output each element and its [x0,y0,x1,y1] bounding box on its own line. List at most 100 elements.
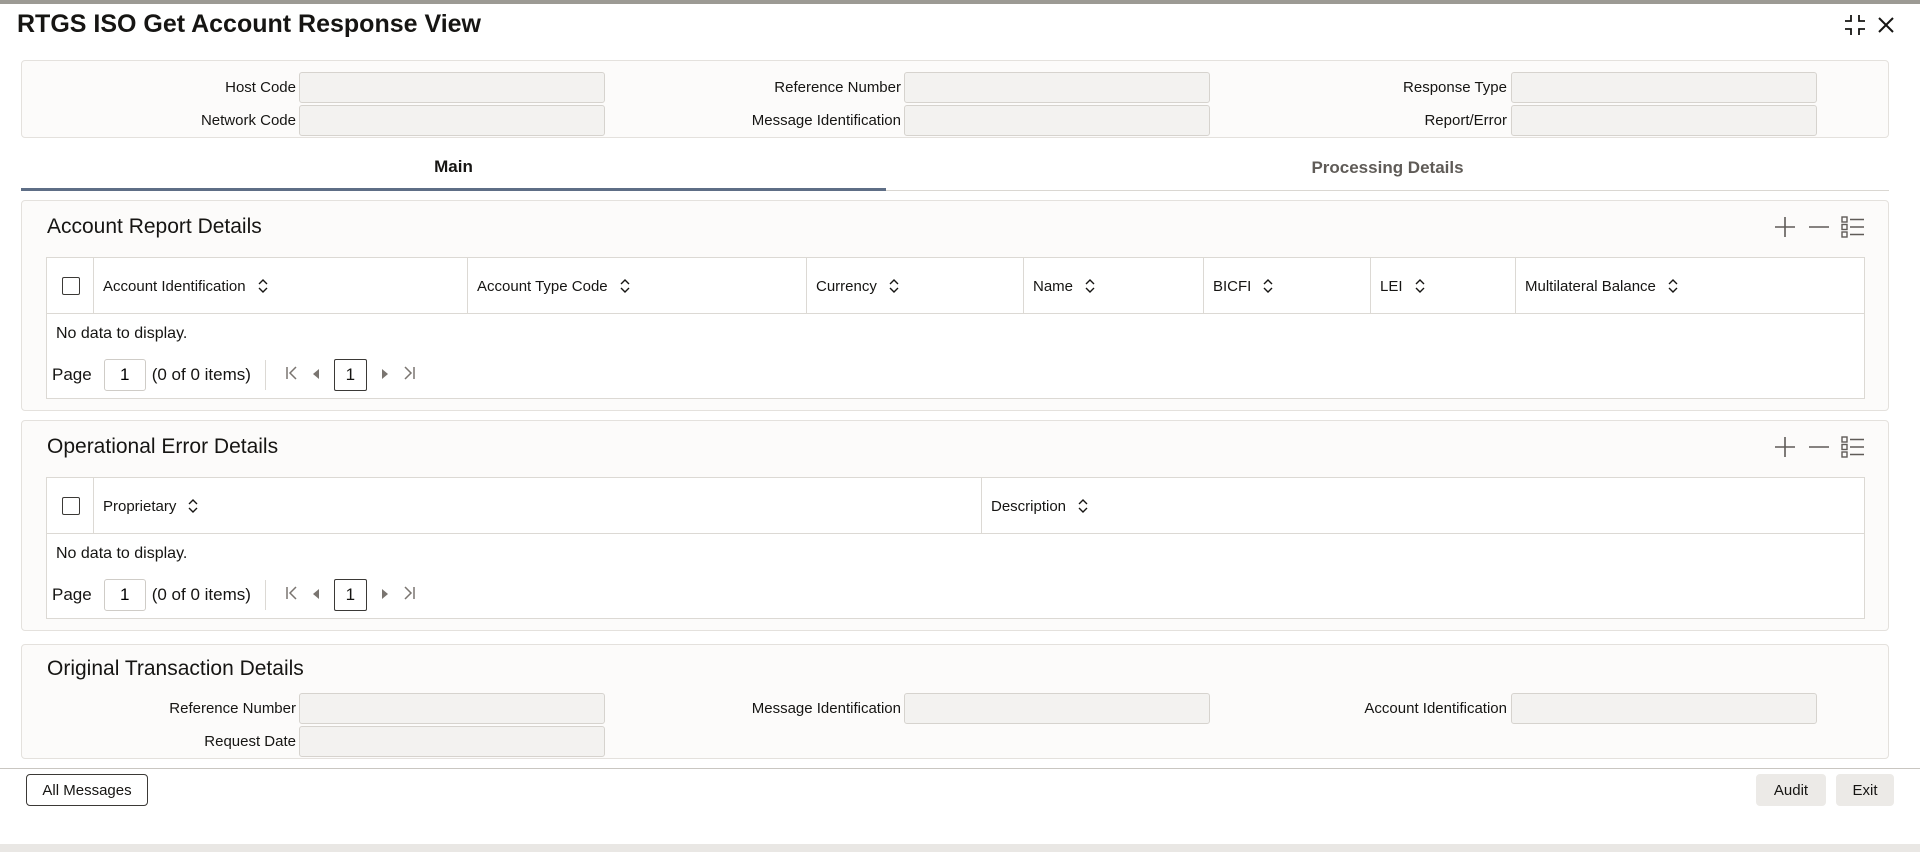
column-proprietary[interactable]: Proprietary [94,478,982,534]
first-page-button[interactable] [280,359,304,391]
tab-processing-details[interactable]: Processing Details [886,145,1889,191]
collapse-icon [1843,13,1867,37]
add-row-button[interactable] [1773,436,1797,463]
operational-error-grid-header: Proprietary Description [47,478,1864,534]
plus-icon [1774,216,1796,243]
add-row-button[interactable] [1773,216,1797,243]
next-page-icon [380,365,390,385]
single-record-view-button[interactable] [1841,215,1865,241]
last-page-icon [401,365,417,386]
close-icon [1876,15,1896,35]
account-identification-label: Account Identification [1364,700,1507,717]
column-label: Description [991,497,1067,515]
account-report-panel: Account Report Details Account Identific… [21,200,1889,411]
window-title: RTGS ISO Get Account Response View [17,10,481,38]
message-identification-label: Message Identification [751,112,901,129]
column-multilateral-balance[interactable]: Multilateral Balance [1516,258,1864,314]
message-identification-input[interactable] [904,105,1210,136]
column-label: Account Type Code [477,277,608,295]
network-code-input[interactable] [299,105,605,136]
column-lei[interactable]: LEI [1371,258,1516,314]
account-report-toolbar [1773,215,1865,243]
column-description[interactable]: Description [982,478,1864,534]
current-page[interactable]: 1 [333,579,367,611]
single-record-view-button[interactable] [1841,435,1865,464]
all-messages-button[interactable]: All Messages [26,774,148,806]
reference-number-input[interactable] [904,72,1210,103]
orig-message-identification-input[interactable] [904,693,1210,724]
operational-error-panel: Operational Error Details Proprietary De… [21,420,1889,631]
pager-divider [264,360,266,390]
sort-icon [1263,279,1273,293]
account-report-grid: Account Identification Account Type Code… [46,257,1865,399]
next-page-icon [380,585,390,605]
previous-page-button[interactable] [304,359,328,391]
request-date-input[interactable] [299,726,605,757]
audit-button[interactable]: Audit [1756,774,1826,806]
host-code-label: Host Code [225,79,296,96]
tab-main-label: Main [434,156,473,176]
restore-window-button[interactable] [1842,12,1868,38]
sort-icon [1085,279,1095,293]
previous-page-icon [311,585,321,605]
delete-row-button[interactable] [1807,437,1831,461]
column-label: Multilateral Balance [1525,277,1656,295]
no-data-message: No data to display. [56,325,188,342]
column-bicfi[interactable]: BICFI [1204,258,1371,314]
operational-error-title: Operational Error Details [47,435,279,458]
page-number-input[interactable] [103,579,146,611]
page-number-input[interactable] [103,359,146,391]
pager-divider [264,580,266,610]
account-identification-input[interactable] [1511,693,1817,724]
operational-error-pagination: Page (0 of 0 items) 1 [52,579,421,611]
reference-number-label: Reference Number [774,79,901,96]
orig-reference-number-input[interactable] [299,693,605,724]
next-page-button[interactable] [373,359,397,391]
footer-divider [0,768,1920,769]
previous-page-icon [311,365,321,385]
sort-icon [620,279,630,293]
column-label: LEI [1380,277,1403,295]
item-count: (0 of 0 items) [151,365,251,384]
request-date-label: Request Date [204,733,296,750]
last-page-button[interactable] [397,579,421,611]
column-currency[interactable]: Currency [807,258,1024,314]
first-page-icon [284,365,300,386]
report-error-input[interactable] [1511,105,1817,136]
select-all-cell [47,478,94,534]
column-label: BICFI [1213,277,1252,295]
orig-reference-number-label: Reference Number [169,700,296,717]
next-page-button[interactable] [373,579,397,611]
column-name[interactable]: Name [1024,258,1204,314]
delete-row-button[interactable] [1807,217,1831,241]
sort-icon [258,279,268,293]
minus-icon [1808,436,1830,463]
column-label: Proprietary [103,497,177,515]
page-label: Page [52,585,92,604]
report-error-label: Report/Error [1424,112,1507,129]
current-page[interactable]: 1 [333,359,367,391]
top-strip [0,0,1920,4]
first-page-button[interactable] [280,579,304,611]
select-all-checkbox[interactable] [62,497,80,515]
account-report-title: Account Report Details [47,215,262,238]
tab-main[interactable]: Main [21,145,886,191]
plus-icon [1774,436,1796,463]
sort-icon [1078,499,1088,513]
footer-bottom-bar [0,844,1920,852]
operational-error-grid: Proprietary Description No data to displ… [46,477,1865,619]
host-code-input[interactable] [299,72,605,103]
close-window-button[interactable] [1873,12,1899,38]
exit-button[interactable]: Exit [1836,774,1894,806]
response-type-input[interactable] [1511,72,1817,103]
account-report-pagination: Page (0 of 0 items) 1 [52,359,421,391]
column-account-identification[interactable]: Account Identification [94,258,468,314]
last-page-button[interactable] [397,359,421,391]
last-page-icon [401,585,417,606]
column-label: Name [1033,277,1074,295]
select-all-checkbox[interactable] [62,277,80,295]
previous-page-button[interactable] [304,579,328,611]
column-account-type-code[interactable]: Account Type Code [468,258,807,314]
network-code-label: Network Code [200,112,296,129]
list-view-icon [1841,435,1865,464]
